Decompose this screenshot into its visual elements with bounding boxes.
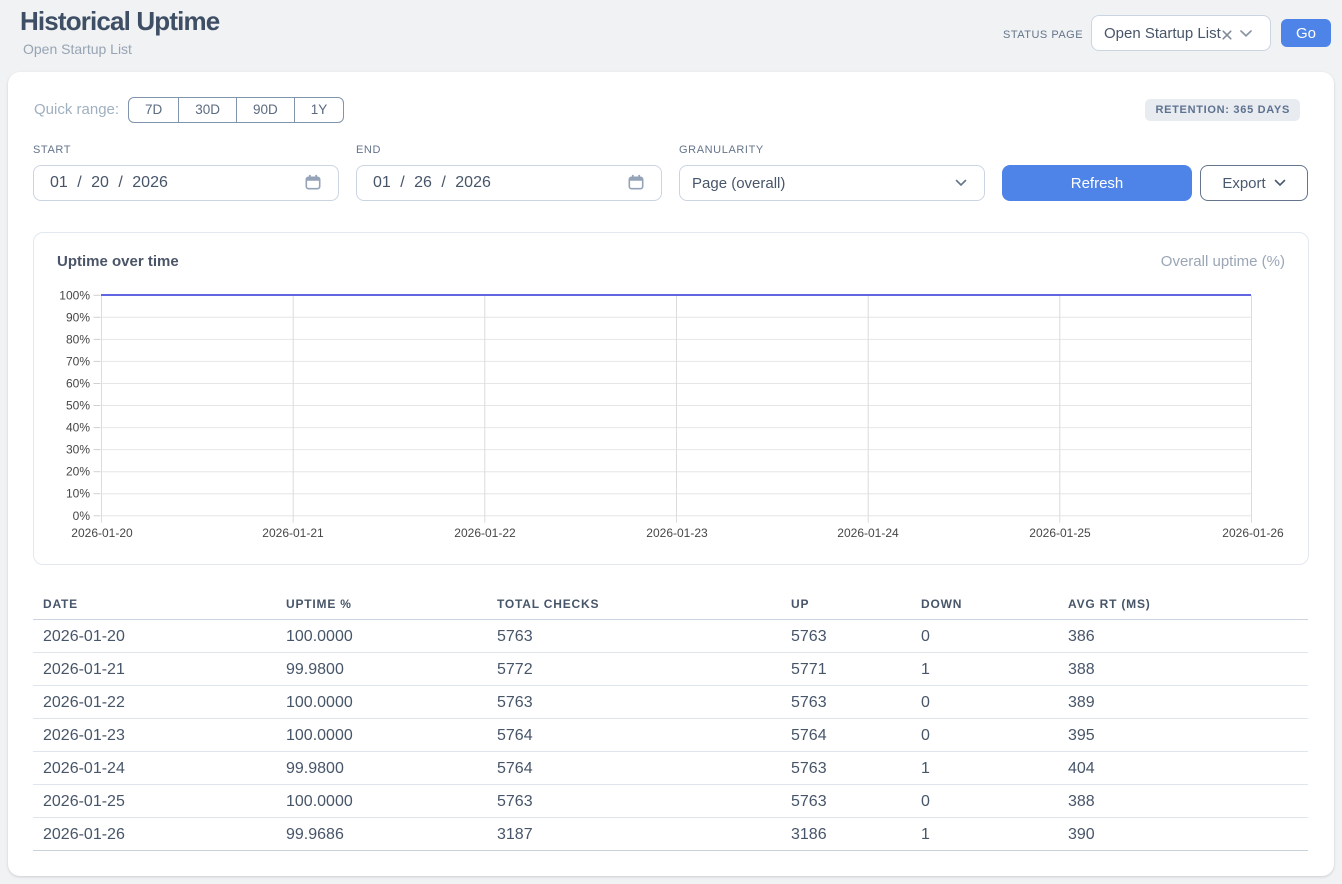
svg-text:2026-01-26: 2026-01-26 (1222, 526, 1284, 540)
svg-text:40%: 40% (66, 421, 90, 435)
svg-text:10%: 10% (66, 487, 90, 501)
svg-text:0%: 0% (73, 509, 91, 523)
svg-text:100%: 100% (59, 288, 90, 302)
svg-text:50%: 50% (66, 399, 90, 413)
svg-text:2026-01-21: 2026-01-21 (262, 526, 324, 540)
svg-text:80%: 80% (66, 332, 90, 346)
svg-text:20%: 20% (66, 465, 90, 479)
svg-text:2026-01-20: 2026-01-20 (71, 526, 133, 540)
svg-text:70%: 70% (66, 354, 90, 368)
svg-text:30%: 30% (66, 443, 90, 457)
svg-text:2026-01-23: 2026-01-23 (646, 526, 708, 540)
svg-text:2026-01-25: 2026-01-25 (1029, 526, 1091, 540)
svg-text:2026-01-24: 2026-01-24 (837, 526, 899, 540)
svg-text:60%: 60% (66, 377, 90, 391)
svg-text:2026-01-22: 2026-01-22 (454, 526, 516, 540)
svg-text:90%: 90% (66, 310, 90, 324)
